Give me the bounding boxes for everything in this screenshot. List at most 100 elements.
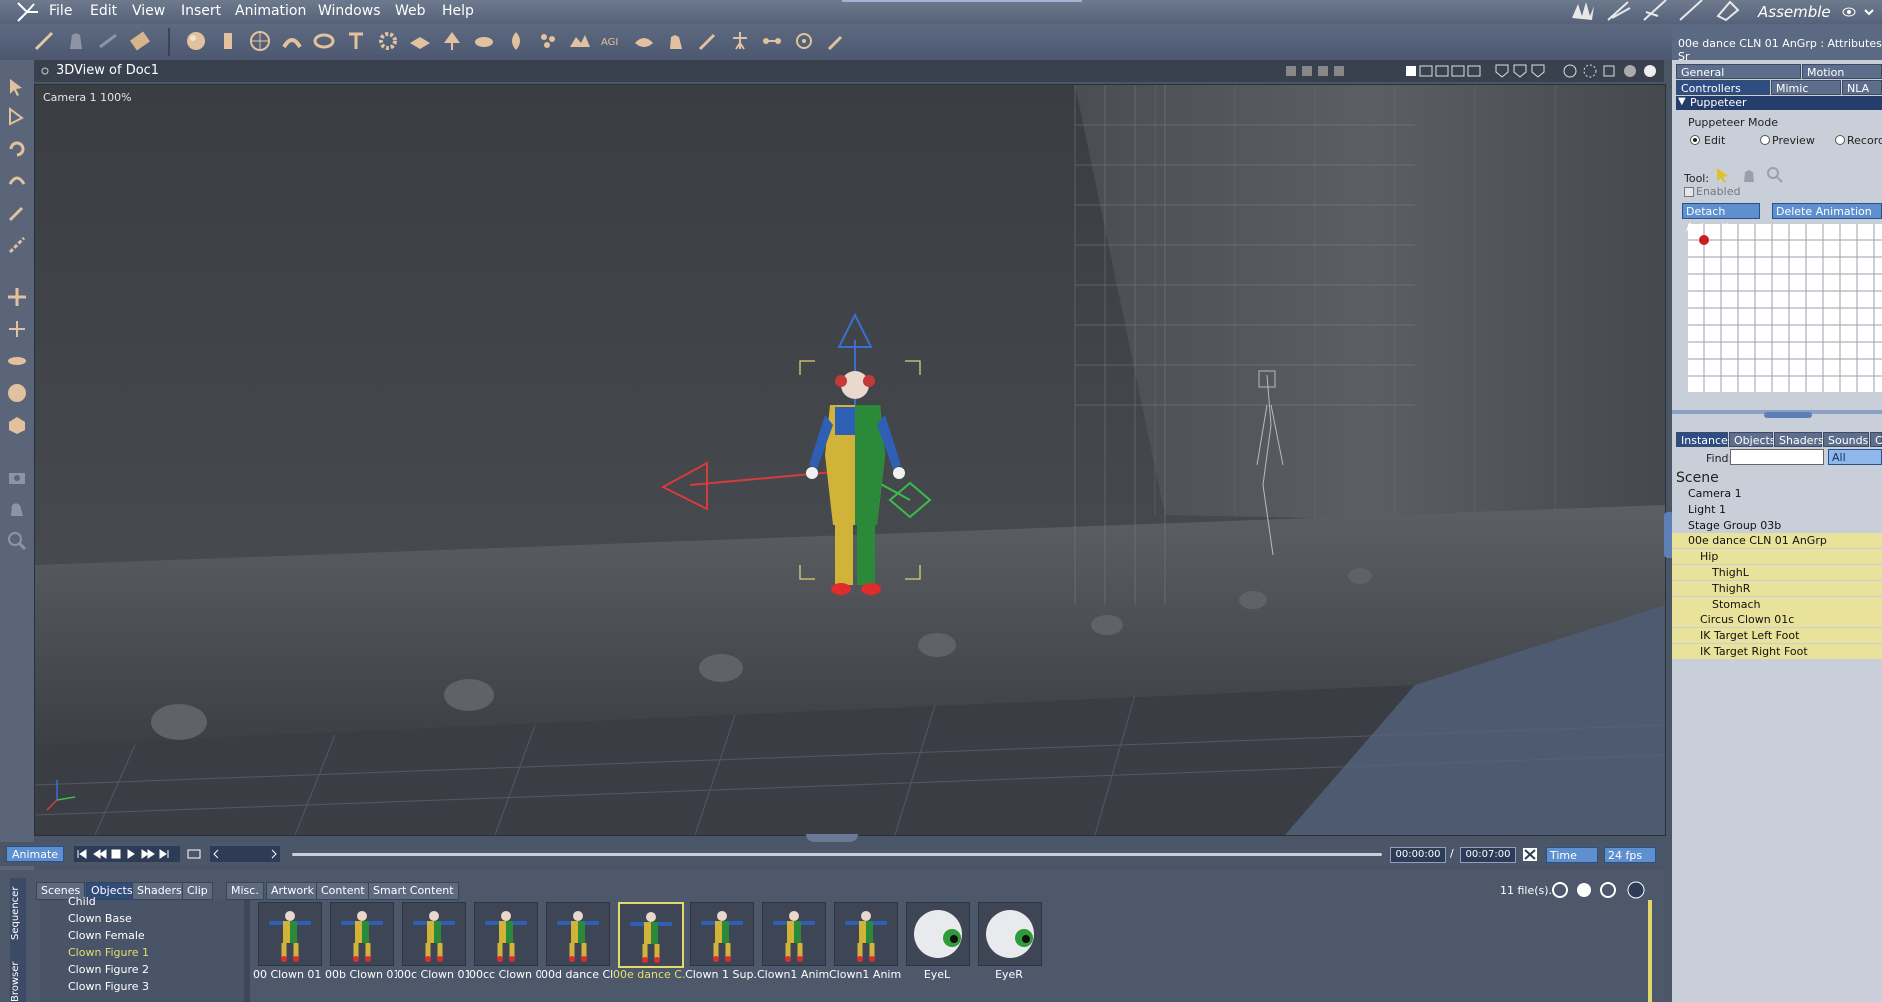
brush-tool-icon[interactable]	[128, 29, 152, 53]
scene-tree-item[interactable]: ThighL	[1672, 565, 1882, 580]
twist-icon[interactable]	[6, 170, 28, 192]
timeline-scrubber[interactable]	[292, 853, 1382, 856]
chain-icon[interactable]	[6, 234, 28, 256]
eye-thumbnail[interactable]	[906, 902, 970, 966]
folder-list-item[interactable]: Clown Female	[40, 928, 244, 944]
target-icon[interactable]	[792, 29, 816, 53]
clown-thumbnail[interactable]	[546, 902, 610, 966]
rotate-icon[interactable]	[6, 138, 28, 160]
clown-thumbnail[interactable]	[618, 902, 684, 968]
hand-tool-icon[interactable]	[64, 29, 88, 53]
scene-tree-item[interactable]: Stomach	[1672, 596, 1882, 612]
particle-icon[interactable]	[536, 29, 560, 53]
clown-thumbnail[interactable]	[834, 902, 898, 966]
scene-tree-item[interactable]: Camera 1	[1672, 486, 1882, 501]
side-tab-sequencer[interactable]: Sequencer	[10, 887, 21, 940]
tab-sounds[interactable]: Sounds	[1823, 432, 1869, 447]
folder-list-item[interactable]: Child	[40, 894, 244, 910]
tree-icon[interactable]	[440, 29, 464, 53]
move-icon[interactable]	[6, 286, 28, 308]
animate-button[interactable]: Animate	[6, 846, 64, 862]
rotate-sphere-icon[interactable]	[6, 382, 28, 404]
zoom-icon[interactable]	[6, 530, 28, 552]
move-z-icon[interactable]	[6, 350, 28, 372]
magnify-tool-icon[interactable]	[1766, 166, 1784, 184]
time-mode-select[interactable]: Time	[1546, 847, 1598, 863]
tab-instances[interactable]: Instances	[1676, 432, 1734, 447]
room-brush-icon[interactable]	[1674, 0, 1708, 22]
clown-thumbnail[interactable]	[474, 902, 538, 966]
terrain-icon[interactable]	[568, 29, 592, 53]
cloud-icon[interactable]	[472, 29, 496, 53]
current-time-field[interactable]: 00:00:00	[1390, 847, 1446, 863]
scene-tree-item[interactable]: Hip	[1672, 549, 1882, 565]
shield-icon[interactable]	[1494, 63, 1548, 79]
folder-list-item[interactable]: Clown Figure 1	[40, 945, 244, 961]
tab-controllers[interactable]: Controllers	[1676, 80, 1770, 95]
mode-edit-radio[interactable]	[1690, 135, 1700, 145]
scene-tree-item[interactable]: IK Target Left Foot	[1672, 628, 1882, 644]
flame-icon[interactable]	[504, 29, 528, 53]
menu-view[interactable]: View	[132, 3, 165, 19]
gear-icon[interactable]	[376, 29, 400, 53]
tab-motion[interactable]: Motion	[1802, 64, 1882, 79]
plane-icon[interactable]	[408, 29, 432, 53]
folder-list-item[interactable]: Clown Figure 3	[40, 979, 244, 995]
tab-general[interactable]: General	[1676, 64, 1801, 79]
menu-insert[interactable]: Insert	[181, 3, 221, 19]
tab-shaders[interactable]: Shaders	[1774, 432, 1824, 447]
menu-help[interactable]: Help	[442, 3, 474, 19]
filter-select[interactable]: All	[1828, 449, 1882, 465]
menu-edit[interactable]: Edit	[90, 3, 117, 19]
viewport-splitter[interactable]	[806, 834, 858, 842]
delete-animation-button[interactable]: Delete Animation	[1772, 203, 1882, 219]
clown-thumbnail[interactable]	[402, 902, 466, 966]
scene-tree-item[interactable]: Light 1	[1672, 502, 1882, 517]
tab-mimic[interactable]: Mimic	[1771, 80, 1841, 95]
window-close-icon[interactable]	[40, 66, 50, 76]
hand-tool-icon[interactable]	[1740, 166, 1758, 184]
menu-file[interactable]: File	[49, 3, 72, 19]
line-tool-icon[interactable]	[32, 29, 56, 53]
eye-thumbnail[interactable]	[978, 902, 1042, 966]
room-pose-icon[interactable]	[1602, 0, 1636, 22]
total-time-field[interactable]: 00:07:00	[1460, 847, 1516, 863]
menu-windows[interactable]: Windows	[318, 3, 381, 19]
fps-select[interactable]: 24 fps	[1604, 847, 1656, 863]
probe-icon[interactable]	[824, 29, 848, 53]
chain-tool-icon[interactable]	[96, 29, 120, 53]
view-tools-icon[interactable]	[1286, 64, 1386, 78]
panel-splitter-handle[interactable]	[1764, 412, 1812, 418]
folder-list-item[interactable]: Clown Base	[40, 911, 244, 927]
layout-icon[interactable]	[1406, 64, 1482, 78]
mode-preview-radio[interactable]	[1760, 135, 1770, 145]
cylinder-icon[interactable]	[216, 29, 240, 53]
3d-viewport[interactable]: Camera 1 100%	[34, 84, 1666, 836]
loop-icon[interactable]	[186, 846, 202, 862]
room-paint-icon[interactable]	[1638, 0, 1672, 22]
folder-list-item[interactable]: Clown Figure 2	[40, 962, 244, 978]
pencil-icon[interactable]	[6, 202, 28, 224]
thumbnail-scrollbar[interactable]	[1648, 900, 1652, 1002]
clown-thumbnail[interactable]	[330, 902, 394, 966]
select-arrow-icon[interactable]	[6, 76, 28, 98]
scene-tree-item[interactable]: Circus Clown 01c	[1672, 612, 1882, 628]
puppeteer-grid[interactable]	[1688, 224, 1882, 392]
globe-icon[interactable]	[248, 29, 272, 53]
side-splitter[interactable]	[1664, 512, 1672, 558]
menu-animation[interactable]: Animation	[235, 3, 306, 19]
render-mode-icon[interactable]	[1562, 63, 1662, 79]
skeleton-icon[interactable]	[728, 29, 752, 53]
room-assemble-icon[interactable]	[1710, 0, 1744, 22]
clown-thumbnail[interactable]	[762, 902, 826, 966]
scene-tree-item[interactable]: ThighR	[1672, 580, 1882, 596]
tab-objects[interactable]: Objects	[1729, 432, 1776, 447]
pin-icon[interactable]	[696, 29, 720, 53]
camera-icon[interactable]	[6, 466, 28, 488]
puppeteer-section-header[interactable]: ▼ Puppeteer	[1676, 96, 1882, 110]
close-box-icon[interactable]	[1522, 847, 1538, 862]
menu-web[interactable]: Web	[395, 3, 426, 19]
scene-tree-item[interactable]: Stage Group 03b	[1672, 518, 1882, 533]
clown-thumbnail[interactable]	[258, 902, 322, 966]
agi-icon[interactable]: AGI	[600, 29, 624, 53]
